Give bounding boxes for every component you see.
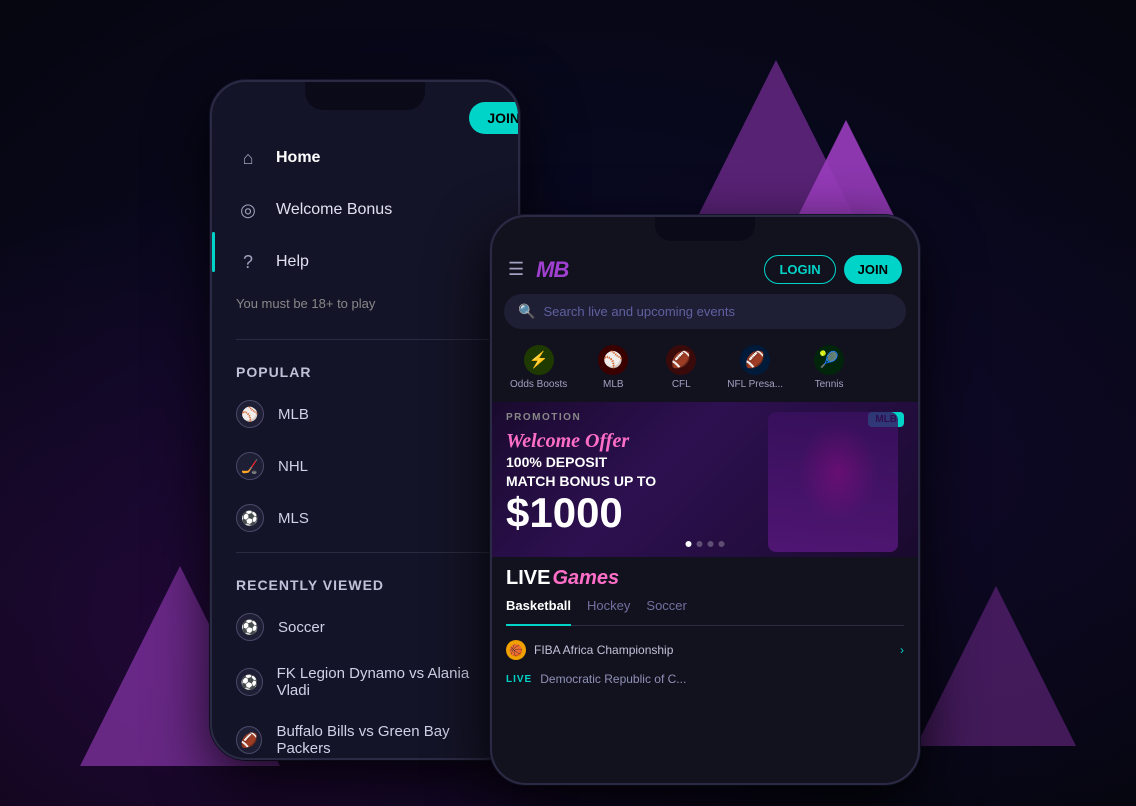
- live-games-title: LIVE Games: [506, 567, 904, 590]
- tennis-tab-icon: 🎾: [814, 345, 844, 375]
- mls-icon: ⚽: [236, 504, 264, 532]
- mlb-icon: ⚾: [236, 400, 264, 428]
- recently-viewed-title: RECENTLY VIEWED: [212, 561, 518, 601]
- football-icon: 🏈: [236, 726, 262, 754]
- tab-nfl[interactable]: 🏈 NFL Presa...: [717, 339, 793, 396]
- live-badge: LIVE: [506, 674, 532, 685]
- nav-label-home: Home: [276, 149, 320, 167]
- promo-deposit-line1: 100% DEPOSIT: [506, 454, 656, 471]
- home-icon: ⌂: [236, 146, 260, 170]
- promo-amount: $1000: [506, 492, 656, 534]
- tab-label-mlb: MLB: [603, 379, 624, 390]
- sports-tabs: ⚡ Odds Boosts ⚾ MLB 🏈 CFL 🏈 NFL Presa...…: [492, 339, 918, 396]
- logo-b: B: [553, 257, 568, 282]
- live-event-fiba[interactable]: 🏀 FIBA Africa Championship ›: [506, 634, 904, 666]
- sport-item-mlb[interactable]: ⚾ MLB: [212, 388, 518, 440]
- live-tab-soccer[interactable]: Soccer: [646, 598, 686, 619]
- tab-label-tennis: Tennis: [815, 379, 844, 390]
- cfl-tab-icon: 🏈: [666, 345, 696, 375]
- sport-label-mls: MLS: [278, 510, 309, 527]
- promo-welcome-offer-text: Welcome Offer: [506, 430, 656, 452]
- promo-carousel-dots: [686, 541, 725, 547]
- tab-odds-boosts[interactable]: ⚡ Odds Boosts: [500, 339, 577, 396]
- header-buttons: LOGIN JOIN: [764, 255, 902, 284]
- odds-boosts-icon: ⚡: [524, 345, 554, 375]
- search-icon: 🔍: [518, 303, 535, 320]
- search-bar[interactable]: 🔍 Search live and upcoming events: [504, 294, 906, 329]
- live-tab-basketball[interactable]: Basketball: [506, 598, 571, 626]
- header-left: ☰ MB: [508, 257, 568, 283]
- fk-icon: ⚽: [236, 668, 263, 696]
- dr-congo-event-name: Democratic Republic of C...: [540, 672, 686, 686]
- chevron-icon: ›: [900, 643, 904, 657]
- popular-section-title: POPULAR: [212, 348, 518, 388]
- dot-1[interactable]: [686, 541, 692, 547]
- divider-1: [236, 339, 494, 340]
- promo-tag: PROMOTION: [506, 412, 581, 423]
- nav-item-welcome-bonus[interactable]: ◎ Welcome Bonus: [212, 184, 518, 236]
- logo-m: M: [536, 257, 553, 282]
- promo-banner[interactable]: PROMOTION MLB Welcome Offer 100% DEPOSIT…: [492, 402, 918, 557]
- basketball-event-icon: 🏀: [506, 640, 526, 660]
- promo-deposit-line2: MATCH BONUS UP TO: [506, 473, 656, 490]
- decorative-triangle-bottom-right: [916, 586, 1076, 746]
- live-word: LIVE: [506, 567, 550, 590]
- games-word: Games: [552, 567, 619, 590]
- recent-item-fk-legion[interactable]: ⚽ FK Legion Dynamo vs Alania Vladi: [212, 653, 518, 711]
- recent-label-soccer: Soccer: [278, 619, 325, 636]
- nav-item-home[interactable]: ⌂ Home: [212, 132, 518, 184]
- dot-4[interactable]: [719, 541, 725, 547]
- dot-2[interactable]: [697, 541, 703, 547]
- promo-headline: Welcome Offer 100% DEPOSIT MATCH BONUS U…: [506, 430, 656, 534]
- age-notice: You must be 18+ to play: [212, 288, 518, 331]
- recent-label-fk-legion: FK Legion Dynamo vs Alania Vladi: [277, 665, 494, 699]
- nhl-icon: 🏒: [236, 452, 264, 480]
- help-icon: ?: [236, 250, 260, 274]
- sidebar-accent: [212, 232, 215, 272]
- tab-label-odds-boosts: Odds Boosts: [510, 379, 567, 390]
- sport-label-nhl: NHL: [278, 458, 308, 475]
- phone-left-notch: [305, 82, 425, 110]
- join-button-left[interactable]: JOIN: [469, 102, 520, 134]
- divider-2: [236, 552, 494, 553]
- phone-right: ☰ MB LOGIN JOIN 🔍 Search live and upcomi…: [490, 215, 920, 785]
- live-sport-tabs: Basketball Hockey Soccer: [506, 598, 904, 626]
- nav-label-welcome-bonus: Welcome Bonus: [276, 201, 392, 219]
- promo-glow: [798, 422, 878, 522]
- soccer-icon: ⚽: [236, 613, 264, 641]
- recent-label-buffalo: Buffalo Bills vs Green Bay Packers: [276, 723, 494, 757]
- login-button[interactable]: LOGIN: [764, 255, 835, 284]
- search-placeholder: Search live and upcoming events: [543, 304, 735, 319]
- app-header: ☰ MB LOGIN JOIN: [492, 247, 918, 294]
- welcome-bonus-icon: ◎: [236, 198, 260, 222]
- phone-left: JOIN ⌂ Home ◎ Welcome Bonus ? Help You m…: [210, 80, 520, 760]
- sport-item-nhl[interactable]: 🏒 NHL: [212, 440, 518, 492]
- tab-mlb[interactable]: ⚾ MLB: [581, 339, 645, 396]
- app-content: ☰ MB LOGIN JOIN 🔍 Search live and upcomi…: [492, 217, 918, 783]
- tab-label-nfl: NFL Presa...: [727, 379, 783, 390]
- nav-item-help[interactable]: ? Help: [212, 236, 518, 288]
- live-tab-hockey[interactable]: Hockey: [587, 598, 630, 619]
- live-games-section: LIVE Games Basketball Hockey Soccer 🏀 FI…: [492, 557, 918, 692]
- join-button-right[interactable]: JOIN: [844, 255, 902, 284]
- app-logo: MB: [536, 257, 568, 283]
- mlb-tab-icon: ⚾: [598, 345, 628, 375]
- phone-right-notch: [655, 217, 755, 241]
- nav-label-help: Help: [276, 253, 309, 271]
- recent-item-buffalo[interactable]: 🏈 Buffalo Bills vs Green Bay Packers: [212, 711, 518, 758]
- sport-item-mls[interactable]: ⚽ MLS: [212, 492, 518, 544]
- tab-cfl[interactable]: 🏈 CFL: [649, 339, 713, 396]
- recent-item-soccer[interactable]: ⚽ Soccer: [212, 601, 518, 653]
- tab-label-cfl: CFL: [672, 379, 691, 390]
- sport-label-mlb: MLB: [278, 406, 309, 423]
- tab-tennis[interactable]: 🎾 Tennis: [797, 339, 861, 396]
- dot-3[interactable]: [708, 541, 714, 547]
- fiba-event-name: FIBA Africa Championship: [534, 643, 673, 657]
- live-event-dr-congo[interactable]: LIVE Democratic Republic of C...: [506, 666, 904, 692]
- hamburger-menu-icon[interactable]: ☰: [508, 259, 524, 280]
- sidebar: ⌂ Home ◎ Welcome Bonus ? Help You must b…: [212, 82, 518, 758]
- nfl-tab-icon: 🏈: [740, 345, 770, 375]
